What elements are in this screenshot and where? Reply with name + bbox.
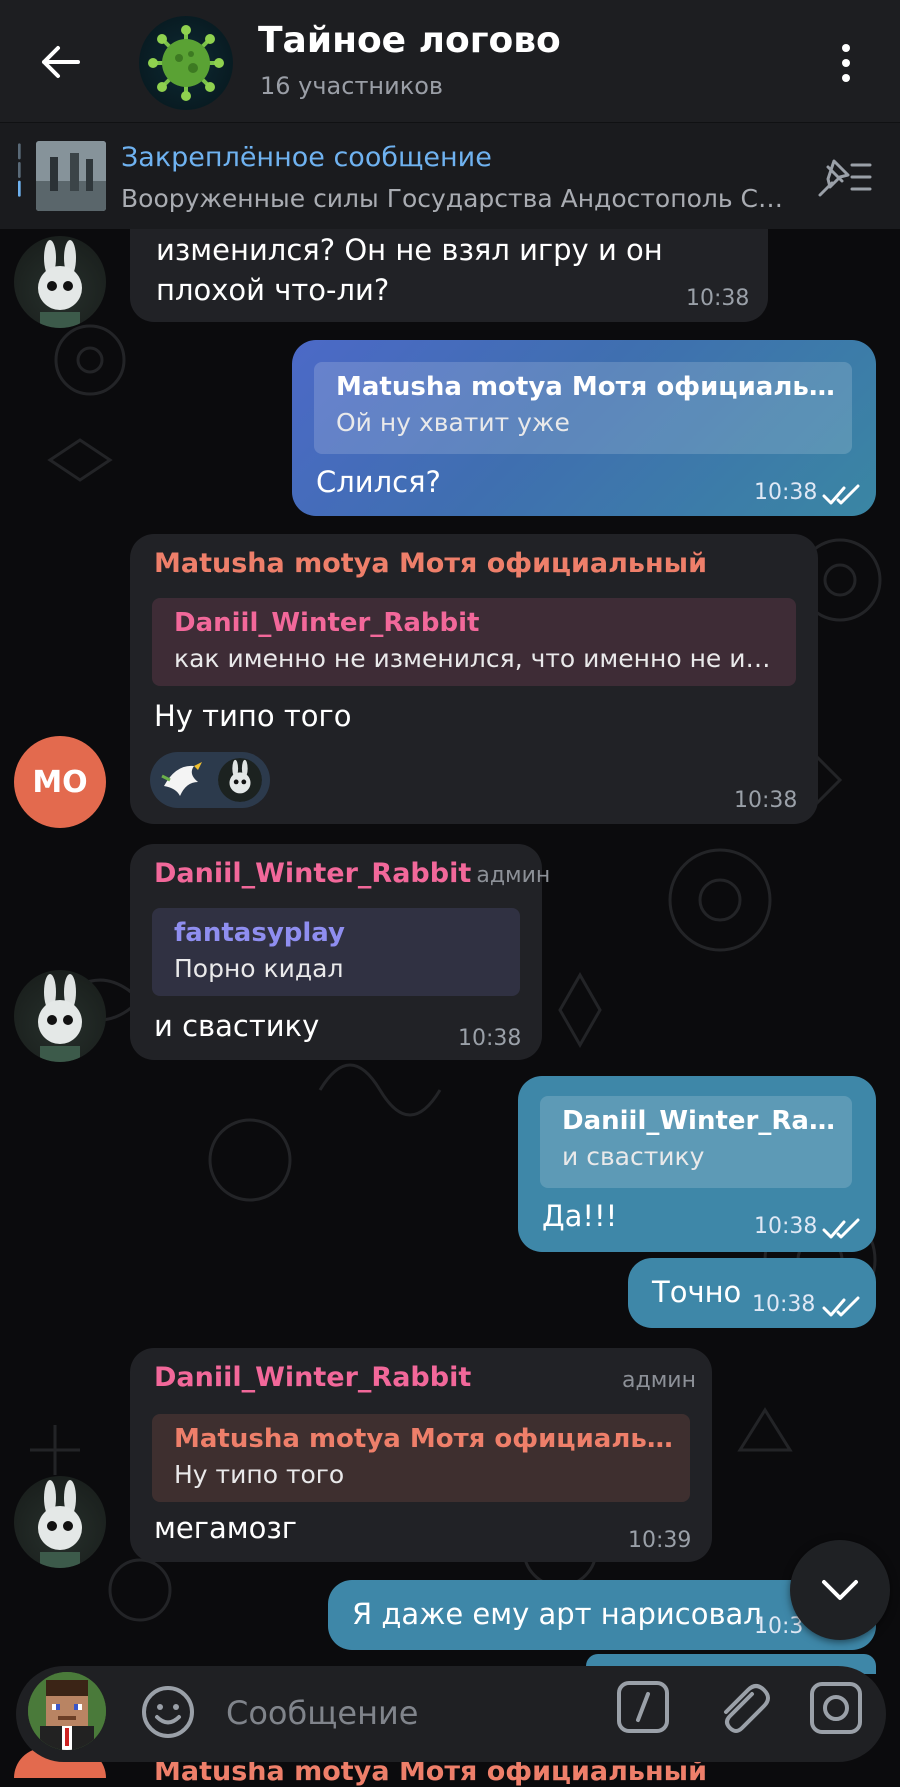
pinned-list-button[interactable] <box>816 155 874 201</box>
slash-command-icon <box>617 1681 669 1733</box>
message-bubble[interactable]: Daniil_Winter_Rabbit админ fantasyplay П… <box>130 844 550 1060</box>
message-bubble[interactable]: Daniil_Winter_Rabbit админ Matusha motya… <box>130 1348 712 1562</box>
more-vertical-icon <box>842 44 850 52</box>
reply-author: Daniil_Winter_Rabbit <box>174 608 480 638</box>
message-text: и свастику <box>154 1009 320 1043</box>
message-time: 10:38 <box>754 1214 818 1239</box>
message-time: 10:38 <box>754 480 818 505</box>
scroll-down-button[interactable] <box>790 1540 890 1640</box>
reply-text: Ой ну хватит уже <box>336 408 570 437</box>
reply-author: Matusha motya Мотя официальный <box>336 372 836 402</box>
sender-name[interactable]: Matusha motya Мотя официальный <box>154 548 707 579</box>
avatar[interactable]: MO <box>14 736 106 828</box>
message-time: 10:38 <box>734 788 798 813</box>
paperclip-icon <box>724 1684 770 1733</box>
message-text: Ну типо того <box>154 699 352 733</box>
bot-commands-button[interactable] <box>616 1680 670 1734</box>
message-text: Слился? <box>316 465 441 499</box>
rabbit-avatar-icon <box>38 1480 82 1568</box>
dove-icon <box>161 762 202 796</box>
pinned-title: Закреплённое сообщение <box>121 142 492 173</box>
more-options-button[interactable] <box>826 38 866 88</box>
member-count: 16 участников <box>260 72 444 100</box>
message-time: 10:3 <box>754 1614 804 1639</box>
message-time: 10:38 <box>686 286 750 311</box>
message-bubble-outgoing[interactable]: Matusha motya Мотя официальный Ой ну хва… <box>292 340 876 516</box>
double-check-icon <box>822 1218 860 1239</box>
message-text: Да!!! <box>542 1199 618 1233</box>
message-time: 10:38 <box>752 1292 816 1317</box>
attach-button[interactable] <box>712 1676 772 1740</box>
sender-name[interactable]: Daniil_Winter_Rabbit <box>154 1362 471 1393</box>
pinned-text: Вооруженные силы Государства Андостополь… <box>121 184 791 213</box>
back-button[interactable] <box>28 34 92 90</box>
avatar[interactable] <box>14 970 106 1062</box>
avatar[interactable] <box>14 236 106 328</box>
reply-text: Порно кидал <box>174 954 344 983</box>
reply-author: fantasyplay <box>174 918 345 948</box>
rabbit-avatar-icon <box>218 758 262 802</box>
pinned-thumbnail <box>36 141 106 211</box>
user-avatar[interactable] <box>28 1672 106 1750</box>
message-input[interactable] <box>224 1684 528 1742</box>
message-bubble[interactable]: Matusha motya Мотя официальный Daniil_Wi… <box>130 534 818 824</box>
avatar-initials: MO <box>32 764 88 800</box>
arrow-left-icon <box>42 46 80 78</box>
smile-icon <box>142 1686 194 1738</box>
message-text: мегамозг <box>154 1511 298 1545</box>
minecraft-avatar-icon <box>28 1672 106 1750</box>
reply-quote[interactable]: Daniil_Winter_Rabbit как именно не измен… <box>152 598 796 686</box>
message-text: Я даже ему арт нарисовал <box>352 1597 762 1631</box>
reply-text: и свастику <box>562 1142 705 1171</box>
message-bubble[interactable]: изменился? Он не взял игру и он плохой ч… <box>130 214 768 322</box>
emoji-button[interactable] <box>138 1682 198 1742</box>
pin-list-icon <box>818 159 872 197</box>
reply-quote[interactable]: Daniil_Winter_Rabbit и свастику <box>540 1096 852 1188</box>
chat-title[interactable]: Тайное логово <box>258 20 561 61</box>
reply-quote[interactable]: fantasyplay Порно кидал <box>152 908 520 996</box>
chat-header <box>0 0 900 122</box>
reply-text: как именно не изменился, что именно не и… <box>174 644 780 673</box>
reply-author: Daniil_Winter_Rabbit <box>562 1106 836 1136</box>
pinned-indicator <box>18 143 21 197</box>
rabbit-avatar-icon <box>38 974 82 1062</box>
reply-quote[interactable]: Matusha motya Мотя официальный Ну типо т… <box>152 1414 690 1502</box>
camera-button[interactable] <box>806 1678 866 1738</box>
double-check-icon <box>822 484 860 505</box>
virus-icon <box>148 25 224 101</box>
message-bubble-outgoing[interactable]: Daniil_Winter_Rabbit и свастику Да!!! 10… <box>518 1076 876 1252</box>
group-avatar[interactable] <box>139 16 233 110</box>
admin-badge: админ <box>622 1368 696 1393</box>
message-time: 10:39 <box>628 1528 692 1553</box>
double-check-icon <box>822 1296 860 1317</box>
reply-author: Matusha motya Мотя официальный <box>174 1424 674 1454</box>
message-bubble-outgoing[interactable]: Точно 10:38 <box>628 1258 876 1328</box>
camera-icon <box>810 1682 862 1734</box>
reply-text: Ну типо того <box>174 1460 345 1489</box>
reply-quote[interactable]: Matusha motya Мотя официальный Ой ну хва… <box>314 362 852 454</box>
reactions[interactable] <box>150 752 270 808</box>
avatar[interactable] <box>14 1476 106 1568</box>
rabbit-avatar-icon <box>38 240 82 328</box>
admin-badge: админ <box>476 863 551 888</box>
message-text: Точно <box>652 1275 742 1309</box>
message-text: изменился? Он не взял игру и он плохой ч… <box>156 233 663 307</box>
sender-name[interactable]: Daniil_Winter_Rabbit <box>154 858 471 889</box>
chevron-down-icon <box>822 1580 858 1600</box>
message-time: 10:38 <box>458 1026 522 1051</box>
